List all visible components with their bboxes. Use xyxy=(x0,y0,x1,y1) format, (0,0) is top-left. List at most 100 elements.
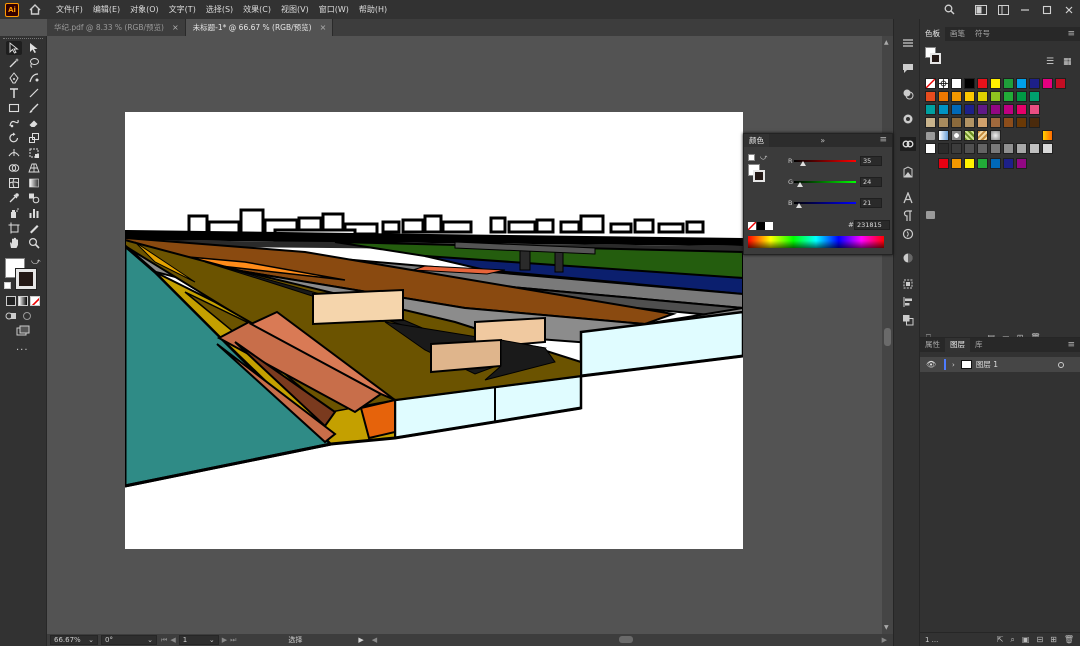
color-swatch[interactable] xyxy=(1016,78,1027,89)
close-icon[interactable] xyxy=(1058,0,1080,19)
previous-artboard-icon[interactable]: ◀ xyxy=(170,636,175,644)
scroll-up-icon[interactable]: ▲ xyxy=(884,39,889,46)
artwork-riverside-perspective[interactable] xyxy=(125,112,743,549)
layer-target-icon[interactable] xyxy=(1058,361,1064,368)
color-swatch[interactable] xyxy=(1003,78,1014,89)
color-swatch[interactable] xyxy=(1003,104,1014,115)
color-swatch[interactable] xyxy=(1016,143,1027,154)
panel-menu-icon[interactable]: ≡ xyxy=(879,134,887,147)
artboard[interactable] xyxy=(125,112,743,549)
hamburger-menu-icon[interactable] xyxy=(900,36,916,50)
color-swatch[interactable] xyxy=(951,143,962,154)
pattern-swatch[interactable] xyxy=(977,130,988,141)
blend-tool-icon[interactable] xyxy=(26,191,42,205)
color-swatch[interactable] xyxy=(951,104,962,115)
horizontal-scroll-thumb[interactable] xyxy=(619,636,633,643)
panel-stroke-swatch[interactable] xyxy=(930,53,941,64)
transparency-icon[interactable] xyxy=(900,251,916,265)
menu-view[interactable]: 视图(V) xyxy=(276,0,314,19)
appearance-icon[interactable] xyxy=(900,87,916,101)
red-slider[interactable]: R 35 xyxy=(788,156,892,168)
graphic-styles-icon[interactable] xyxy=(900,112,916,126)
pattern-swatch[interactable] xyxy=(990,130,1001,141)
color-swatch[interactable] xyxy=(977,158,988,169)
color-swatch[interactable] xyxy=(951,91,962,102)
opentype-icon[interactable] xyxy=(900,227,916,241)
clipping-mask-icon[interactable]: ▣ xyxy=(1022,635,1030,644)
mesh-tool-icon[interactable] xyxy=(6,176,22,190)
type-tool-icon[interactable] xyxy=(6,86,22,100)
pattern-swatch[interactable] xyxy=(938,130,949,141)
color-swatch[interactable] xyxy=(964,117,975,128)
line-tool-icon[interactable] xyxy=(26,86,42,100)
minimize-icon[interactable] xyxy=(1014,0,1036,19)
slice-tool-icon[interactable] xyxy=(26,221,42,235)
hand-tool-icon[interactable] xyxy=(6,236,22,250)
scroll-down-icon[interactable]: ▼ xyxy=(884,624,889,631)
tab-document-untitled[interactable]: 未标题-1* @ 66.67 % (RGB/预览) × xyxy=(185,19,334,36)
color-swatch[interactable] xyxy=(964,104,975,115)
color-swatch[interactable] xyxy=(1003,117,1014,128)
new-sublayer-icon[interactable]: ⊟ xyxy=(1036,635,1043,644)
shape-builder-tool-icon[interactable] xyxy=(6,161,22,175)
color-swatch[interactable] xyxy=(1029,104,1040,115)
arrange-documents-icon[interactable] xyxy=(970,0,992,19)
eyedropper-tool-icon[interactable] xyxy=(6,191,22,205)
magic-wand-tool-icon[interactable] xyxy=(6,56,22,70)
swatch-none[interactable] xyxy=(925,78,936,89)
zoom-tool-icon[interactable] xyxy=(26,236,42,250)
color-swatch[interactable] xyxy=(951,117,962,128)
default-colors-icon[interactable] xyxy=(748,154,755,161)
tab-swatches[interactable]: 色板 xyxy=(920,27,945,41)
color-swatch[interactable] xyxy=(1016,117,1027,128)
delete-layer-icon[interactable]: 🗑 xyxy=(1064,635,1074,644)
zoom-field[interactable]: 66.67% ⌄ xyxy=(50,635,98,645)
color-mode-icon[interactable] xyxy=(6,296,16,306)
color-spectrum[interactable] xyxy=(748,236,884,248)
draw-mode-icon[interactable] xyxy=(22,311,34,321)
pattern-group-folder-icon[interactable] xyxy=(926,132,935,140)
tab-properties[interactable]: 属性 xyxy=(920,338,945,352)
tab-color[interactable]: 颜色 xyxy=(744,134,769,147)
color-swatch[interactable] xyxy=(964,91,975,102)
vertical-scrollbar[interactable]: ▲ ▼ xyxy=(882,36,893,634)
color-swatch[interactable] xyxy=(938,158,949,169)
blue-value-field[interactable]: 21 xyxy=(860,198,882,208)
red-knob[interactable] xyxy=(799,161,806,166)
scale-tool-icon[interactable] xyxy=(26,131,42,145)
vertical-scroll-thumb[interactable] xyxy=(884,328,891,346)
menu-effect[interactable]: 效果(C) xyxy=(238,0,276,19)
color-swatch[interactable] xyxy=(990,158,1001,169)
scroll-right-icon[interactable]: ▶ xyxy=(882,636,887,644)
color-swatch[interactable] xyxy=(990,117,1001,128)
shaper-tool-icon[interactable] xyxy=(6,116,22,130)
tab-symbols[interactable]: 符号 xyxy=(970,27,995,41)
green-slider[interactable]: G 24 xyxy=(788,177,892,189)
gradient-swatch[interactable] xyxy=(1042,130,1053,141)
perspective-grid-tool-icon[interactable] xyxy=(26,161,42,175)
maximize-icon[interactable] xyxy=(1036,0,1058,19)
color-swatch[interactable] xyxy=(964,158,975,169)
eye-icon[interactable]: 👁 xyxy=(926,360,938,369)
white-color-icon[interactable] xyxy=(765,222,773,230)
pattern-swatch[interactable] xyxy=(964,130,975,141)
green-knob[interactable] xyxy=(796,182,803,187)
tab-brushes[interactable]: 画笔 xyxy=(945,27,970,41)
pathfinder-icon[interactable] xyxy=(900,313,916,327)
menu-edit[interactable]: 编辑(E) xyxy=(88,0,125,19)
swatches-link-icon[interactable] xyxy=(900,137,916,151)
tab-close-icon[interactable]: × xyxy=(320,23,327,32)
menu-help[interactable]: 帮助(H) xyxy=(354,0,392,19)
swap-fill-stroke-icon[interactable]: ⤻ xyxy=(31,257,41,267)
menu-select[interactable]: 选择(S) xyxy=(201,0,238,19)
search-icon[interactable]: ⌕ xyxy=(1010,635,1014,645)
blue-slider[interactable]: B 21 xyxy=(788,198,892,210)
color-swatch[interactable] xyxy=(990,91,1001,102)
change-screen-mode-icon[interactable] xyxy=(16,325,30,337)
black-color-icon[interactable] xyxy=(757,222,765,230)
rotate-tool-icon[interactable] xyxy=(6,131,22,145)
grid-view-icon[interactable]: ▦ xyxy=(1063,57,1072,67)
symbol-sprayer-tool-icon[interactable] xyxy=(6,206,22,220)
panel-grip[interactable] xyxy=(3,38,43,40)
tab-libraries[interactable]: 库 xyxy=(970,338,988,352)
